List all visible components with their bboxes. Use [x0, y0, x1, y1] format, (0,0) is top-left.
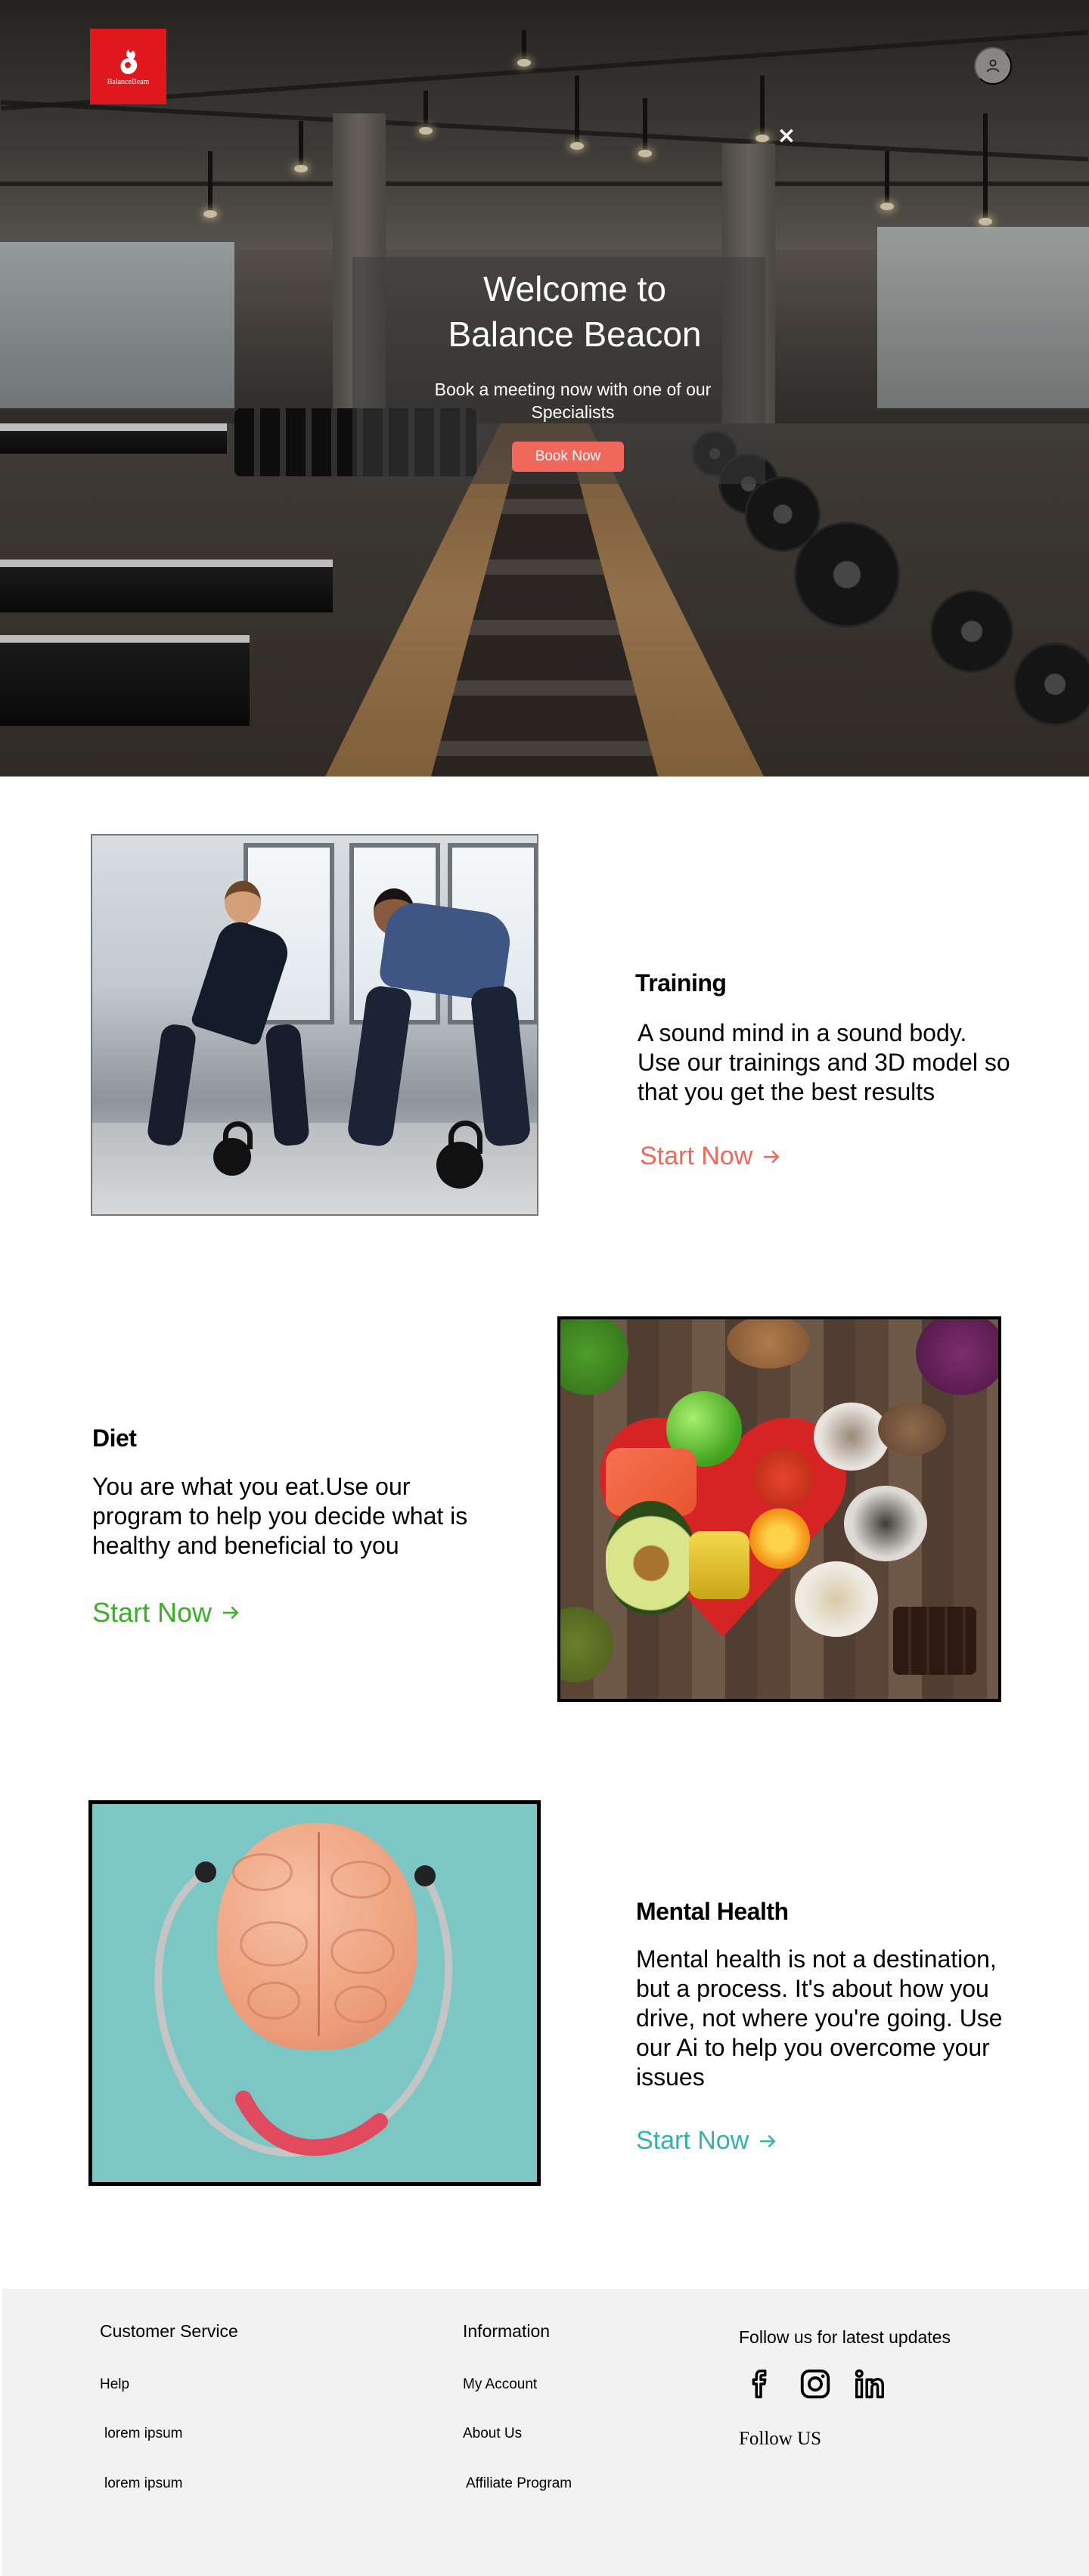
brain-model [217, 1823, 417, 2050]
mental-health-image [88, 1800, 541, 2186]
hero-section: Welcome to Balance Beacon Book a meeting… [0, 0, 1089, 777]
dark-chocolate [893, 1607, 976, 1675]
kettlebell [213, 1121, 253, 1176]
chia-bowl [844, 1486, 927, 1561]
footer-link-about-us[interactable]: About Us [463, 2426, 522, 2442]
diet-title: Diet [92, 1424, 137, 1452]
footer-link-lorem-2[interactable]: lorem ipsum [104, 2475, 182, 2492]
hero-title-line2: Balance Beacon [448, 315, 702, 354]
mental-health-description: Mental health is not a destination, but … [636, 1945, 1003, 2091]
brand-logo[interactable]: BalanceBeam [90, 29, 166, 104]
mental-cta-label: Start Now [636, 2126, 749, 2155]
social-icons [743, 2367, 887, 2401]
footer-information-heading: Information [463, 2321, 551, 2341]
training-title: Training [635, 969, 727, 997]
training-start-now-link[interactable]: Start Now [640, 1142, 783, 1171]
brain-fold [330, 1929, 395, 1974]
arrow-right-icon [223, 1606, 239, 1620]
user-account-button[interactable] [974, 47, 1012, 85]
close-icon[interactable]: × [776, 125, 797, 147]
olive-oil [689, 1531, 749, 1599]
walnuts [727, 1319, 810, 1369]
brain-fold [334, 1985, 387, 2023]
diet-cta-label: Start Now [92, 1597, 213, 1628]
woman-head [225, 881, 261, 923]
mental-health-title: Mental Health [636, 1898, 789, 1925]
facebook-icon[interactable] [743, 2367, 778, 2401]
brain-fold [232, 1853, 293, 1891]
tomato [753, 1448, 814, 1508]
lentil-bowl [560, 1607, 613, 1682]
book-now-button[interactable]: Book Now [512, 442, 624, 472]
brain-fold [247, 1982, 300, 2020]
avocado [606, 1501, 697, 1614]
follow-us-label: Follow US [739, 2429, 822, 2449]
seeds-bowl [814, 1403, 889, 1471]
brain-fold [330, 1861, 391, 1899]
orange-slice [749, 1508, 810, 1569]
hero-title: Welcome to Balance Beacon [352, 266, 797, 357]
logo-mark-icon [120, 48, 137, 74]
brain-fold [240, 1921, 308, 1967]
lentils [878, 1403, 946, 1455]
footer-social-heading: Follow us for latest updates [739, 2327, 951, 2347]
hero-title-line1: Welcome to [482, 269, 667, 308]
footer-link-affiliate-program[interactable]: Affiliate Program [466, 2475, 572, 2492]
kettlebell [436, 1121, 483, 1189]
instagram-icon[interactable] [798, 2367, 833, 2401]
broccoli [560, 1319, 628, 1395]
user-icon [986, 59, 1000, 73]
mental-health-start-now-link[interactable]: Start Now [636, 2126, 779, 2156]
training-image [91, 834, 538, 1216]
footer-customer-service-heading: Customer Service [100, 2321, 238, 2341]
logo-text: BalanceBeam [107, 77, 150, 86]
linkedin-icon[interactable] [852, 2367, 887, 2401]
training-description: A sound mind in a sound body. Use our tr… [638, 1019, 1010, 1105]
diet-image [557, 1316, 1001, 1702]
footer-link-help[interactable]: Help [100, 2376, 129, 2393]
arrow-right-icon [760, 2134, 776, 2147]
hero-subtitle: Book a meeting now with one of our Speci… [434, 380, 712, 422]
cabbage [916, 1319, 998, 1395]
footer-link-lorem-1[interactable]: lorem ipsum [104, 2426, 182, 2442]
arrow-right-icon [764, 1150, 780, 1163]
training-cta-label: Start Now [640, 1142, 753, 1170]
diet-start-now-link[interactable]: Start Now [92, 1597, 242, 1629]
footer-link-my-account[interactable]: My Account [463, 2376, 537, 2393]
diet-description: You are what you eat.Use our program to … [92, 1473, 468, 1559]
oats-bowl [795, 1561, 878, 1637]
